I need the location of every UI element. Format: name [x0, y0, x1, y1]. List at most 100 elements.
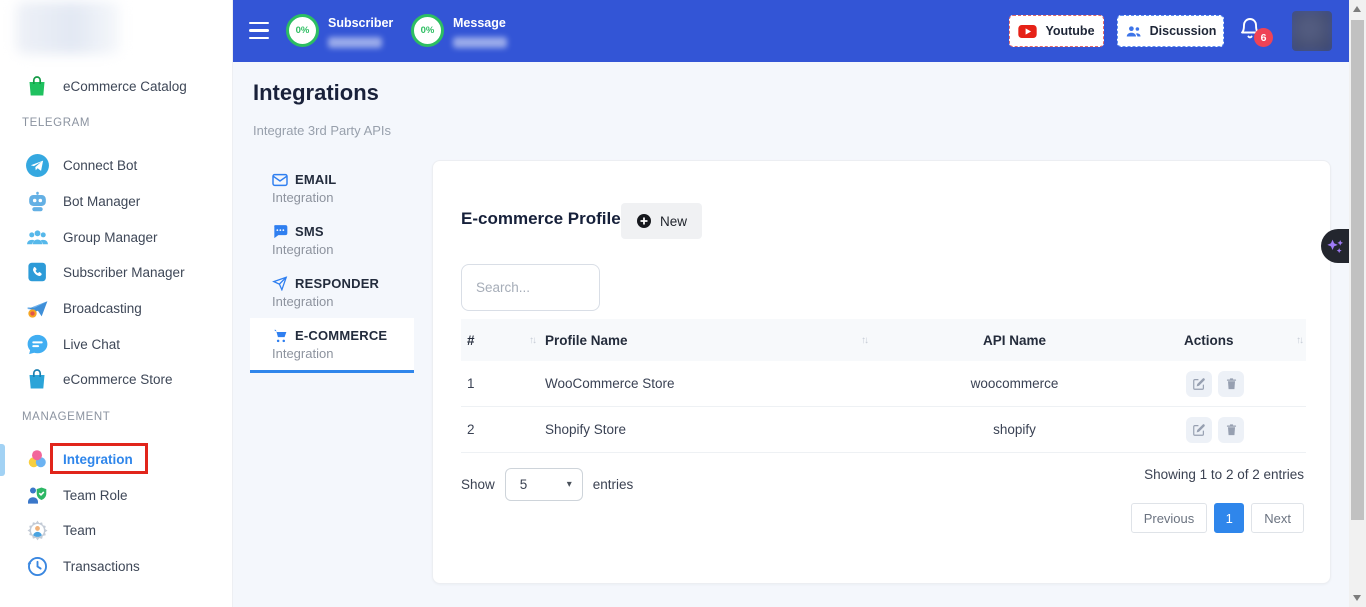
sidebar-item-label: Integration: [63, 452, 133, 467]
message-gauge-label: Message: [453, 14, 507, 30]
edit-button[interactable]: [1186, 417, 1212, 443]
sidebar-item-label: Connect Bot: [63, 158, 137, 173]
edit-icon: [1192, 377, 1206, 391]
sidebar-item-label: Team Role: [63, 488, 128, 503]
sidebar-item-label: eCommerce Catalog: [63, 79, 187, 94]
gear-person-icon: [24, 517, 50, 543]
row-profile-name: Shopify Store: [539, 422, 871, 437]
shopping-bag-icon: [24, 73, 50, 99]
chat-bubble-icon: [24, 331, 50, 357]
subnav-responder[interactable]: RESPONDER Integration: [250, 266, 414, 318]
delete-button[interactable]: [1218, 417, 1244, 443]
telegram-icon: [24, 152, 50, 178]
subnav-sms-subtitle: Integration: [272, 242, 414, 257]
delete-button[interactable]: [1218, 371, 1244, 397]
subnav-responder-title: RESPONDER: [295, 276, 379, 291]
sms-bubble-icon: [272, 224, 288, 239]
subnav-ecommerce[interactable]: E-COMMERCE Integration: [250, 318, 414, 373]
integration-circles-icon: [24, 446, 50, 472]
row-num: 2: [461, 422, 539, 437]
col-actions[interactable]: Actions ↑↓: [1158, 333, 1306, 348]
subnav-sms[interactable]: SMS Integration: [250, 214, 414, 266]
sidebar-item-label: Bot Manager: [63, 194, 140, 209]
row-profile-name: WooCommerce Store: [539, 376, 871, 391]
col-api-name[interactable]: API Name: [871, 333, 1158, 348]
next-page-button[interactable]: Next: [1251, 503, 1304, 533]
vertical-scrollbar: [1349, 0, 1366, 607]
sidebar-item-ecommerce-store[interactable]: eCommerce Store: [0, 363, 232, 395]
row-api-name: shopify: [871, 422, 1158, 437]
sidebar-item-group-manager[interactable]: Group Manager: [0, 221, 232, 253]
page-subtitle: Integrate 3rd Party APIs: [253, 123, 391, 138]
sidebar-item-bot-manager[interactable]: Bot Manager: [0, 185, 232, 217]
subscriber-gauge-label: Subscriber: [328, 14, 393, 30]
main-content: Integrations Integrate 3rd Party APIs EM…: [233, 62, 1349, 607]
sidebar-item-transactions[interactable]: Transactions: [0, 550, 232, 582]
subscriber-gauge-value: 0%: [286, 14, 319, 47]
col-profile-name[interactable]: Profile Name ↑↓: [539, 333, 871, 348]
sidebar-item-live-chat[interactable]: Live Chat: [0, 328, 232, 360]
sidebar-item-label: Subscriber Manager: [63, 265, 185, 280]
youtube-button[interactable]: Youtube: [1009, 15, 1104, 47]
users-group-icon: [24, 224, 50, 250]
subnav-ecommerce-title: E-COMMERCE: [295, 328, 387, 343]
scrollbar-thumb[interactable]: [1351, 20, 1364, 520]
table-row: 1 WooCommerce Store woocommerce: [461, 361, 1306, 407]
scroll-down-arrow[interactable]: [1353, 595, 1361, 601]
contact-book-icon: [24, 259, 50, 285]
previous-page-button[interactable]: Previous: [1131, 503, 1208, 533]
chevron-down-icon: ▾: [567, 479, 572, 490]
sparkles-icon: [1325, 236, 1346, 257]
role-shield-icon: [24, 482, 50, 508]
scroll-up-arrow[interactable]: [1353, 6, 1361, 12]
col-num[interactable]: # ↑↓: [461, 333, 539, 348]
trash-icon: [1225, 377, 1238, 391]
pagination: Previous 1 Next: [1131, 503, 1304, 533]
subnav-email-title: EMAIL: [295, 172, 336, 187]
notification-count-badge: 6: [1254, 28, 1273, 47]
current-page-button[interactable]: 1: [1214, 503, 1244, 533]
sidebar-item-label: Transactions: [63, 559, 140, 574]
card-heading: E-commerce Profile: [461, 209, 621, 229]
robot-icon: [24, 188, 50, 214]
table-row: 2 Shopify Store shopify: [461, 407, 1306, 453]
page-title: Integrations: [253, 80, 379, 106]
app-window: eCommerce Catalog TELEGRAM Connect Bot B…: [0, 0, 1366, 607]
ai-assistant-button[interactable]: [1321, 229, 1349, 263]
sort-icon[interactable]: ↑↓: [861, 335, 867, 346]
sidebar-item-subscriber-manager[interactable]: Subscriber Manager: [0, 256, 232, 288]
sidebar-item-label: Broadcasting: [63, 301, 142, 316]
sidebar-item-team-role[interactable]: Team Role: [0, 479, 232, 511]
message-gauge-value: 0%: [411, 14, 444, 47]
notifications-bell[interactable]: 6: [1238, 16, 1268, 46]
new-profile-button[interactable]: New: [621, 203, 702, 239]
subscriber-gauge-detail-blur: [328, 37, 382, 48]
sidebar-item-broadcasting[interactable]: Broadcasting: [0, 292, 232, 324]
discussion-button[interactable]: Discussion: [1117, 15, 1224, 47]
sidebar-item-integration[interactable]: Integration: [0, 443, 232, 475]
sidebar-item-connect-bot[interactable]: Connect Bot: [0, 149, 232, 181]
history-clock-icon: [24, 553, 50, 579]
sidebar-item-label: Team: [63, 523, 96, 538]
subnav-email[interactable]: EMAIL Integration: [250, 162, 414, 214]
edit-button[interactable]: [1186, 371, 1212, 397]
subscriber-gauge: 0% Subscriber: [286, 14, 393, 48]
table-body: 1 WooCommerce Store woocommerce: [461, 361, 1306, 453]
message-gauge: 0% Message: [411, 14, 507, 48]
envelope-icon: [272, 173, 288, 187]
hamburger-menu-icon[interactable]: [249, 22, 269, 39]
row-api-name: woocommerce: [871, 376, 1158, 391]
page-size-select[interactable]: 5 ▾: [505, 468, 583, 501]
youtube-icon: [1018, 25, 1037, 38]
trash-icon: [1225, 423, 1238, 437]
app-logo: [16, 2, 120, 54]
search-input[interactable]: [461, 264, 600, 311]
ecommerce-profile-card: E-commerce Profile New # ↑↓ Profile Name…: [432, 160, 1331, 584]
user-avatar[interactable]: [1292, 11, 1332, 51]
showing-entries-text: Showing 1 to 2 of 2 entries: [1144, 467, 1304, 482]
sort-icon[interactable]: ↑↓: [1296, 335, 1302, 346]
sidebar-item-team[interactable]: Team: [0, 514, 232, 546]
sort-icon[interactable]: ↑↓: [529, 335, 535, 346]
entries-label: entries: [593, 477, 634, 492]
sidebar-item-ecommerce-catalog[interactable]: eCommerce Catalog: [0, 70, 232, 102]
